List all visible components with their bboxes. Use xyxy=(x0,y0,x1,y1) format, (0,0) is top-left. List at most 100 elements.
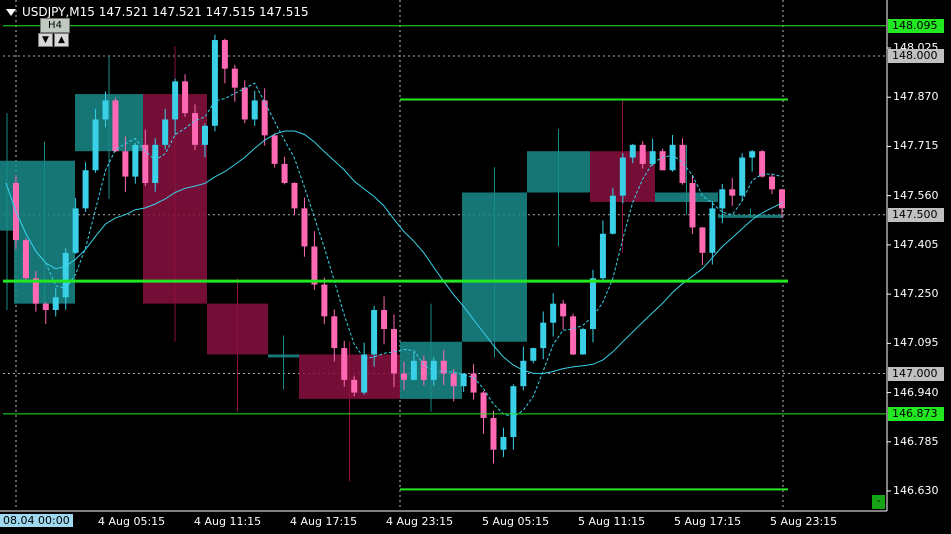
x-tick-label: 4 Aug 17:15 xyxy=(290,515,358,528)
m15-candle-72 xyxy=(719,189,726,209)
m15-candle-36 xyxy=(361,354,368,393)
m15-candle-69 xyxy=(689,182,696,228)
m15-candle-30 xyxy=(301,208,308,247)
h4-box-6 xyxy=(299,354,400,399)
m15-candle-43 xyxy=(430,360,437,380)
m15-candle-10 xyxy=(102,100,109,120)
m15-candle-5 xyxy=(52,297,59,310)
y-tick-label: 146.630 xyxy=(893,484,939,497)
x-tick-label: 08.04 00:00 xyxy=(0,514,73,527)
m15-candle-27 xyxy=(271,135,278,164)
y-tick-label: 147.405 xyxy=(893,237,939,251)
m15-candle-78 xyxy=(779,189,785,209)
m15-candle-45 xyxy=(450,373,457,387)
m15-candle-42 xyxy=(420,360,427,380)
m15-candle-9 xyxy=(92,119,99,171)
m15-candle-76 xyxy=(759,151,766,177)
m15-candle-4 xyxy=(42,303,49,310)
m15-candle-67 xyxy=(669,144,676,171)
timeframe-down-button[interactable]: ▼ xyxy=(38,33,53,47)
y-tick-label: 146.785 xyxy=(893,434,939,448)
timeframe-up-button[interactable]: ▲ xyxy=(54,33,69,47)
m15-candle-23 xyxy=(231,68,238,88)
chart-header: USDJPY,M15 147.521 147.521 147.515 147.5… xyxy=(6,5,309,19)
h4-box-2 xyxy=(75,94,143,152)
m15-candle-15 xyxy=(152,144,159,183)
m15-candle-56 xyxy=(560,303,567,317)
h4-box-8 xyxy=(462,192,527,342)
m15-candle-60 xyxy=(599,233,606,279)
m15-candle-20 xyxy=(201,125,208,145)
m15-candle-11 xyxy=(112,100,119,152)
h4-box-9 xyxy=(527,151,590,193)
m15-candle-22 xyxy=(221,40,228,69)
timeframe-control: H4 ▼ ▲ xyxy=(38,18,70,47)
m15-candle-17 xyxy=(172,81,179,120)
price-chart[interactable] xyxy=(0,0,951,534)
m15-candle-62 xyxy=(619,157,626,196)
m15-candle-2 xyxy=(22,240,29,279)
m15-candle-18 xyxy=(182,81,189,114)
x-tick-label: 4 Aug 23:15 xyxy=(386,515,454,528)
price-label-146-873: 146.873 xyxy=(888,406,944,421)
x-tick-label: 5 Aug 05:15 xyxy=(482,515,550,528)
m15-candle-40 xyxy=(400,373,407,380)
m15-candle-31 xyxy=(311,246,318,285)
price-label-147-500: 147.500 xyxy=(888,207,944,222)
x-tick-label: 5 Aug 17:15 xyxy=(674,515,742,528)
m15-candle-12 xyxy=(122,151,129,177)
x-tick-label: 4 Aug 11:15 xyxy=(194,515,262,528)
m15-candle-73 xyxy=(729,189,736,196)
x-tick-label: 4 Aug 05:15 xyxy=(98,515,166,528)
m15-candle-37 xyxy=(371,309,378,355)
symbol-info: USDJPY,M15 147.521 147.521 147.515 147.5… xyxy=(22,5,309,19)
m15-candle-16 xyxy=(162,119,169,145)
m15-candle-75 xyxy=(749,151,756,158)
m15-candle-29 xyxy=(291,182,298,209)
m15-candle-24 xyxy=(241,87,248,120)
m15-candle-70 xyxy=(699,227,706,253)
m15-candle-64 xyxy=(639,144,646,164)
y-tick-label: 147.870 xyxy=(893,90,939,104)
h4-box-0 xyxy=(0,160,14,231)
h4-box-5 xyxy=(268,354,299,358)
h4-box-4 xyxy=(207,303,268,355)
price-label-147-000: 147.000 xyxy=(888,366,944,381)
price-label-148-000: 148.000 xyxy=(888,48,944,63)
m15-candle-32 xyxy=(321,284,328,317)
m15-candle-38 xyxy=(381,309,388,330)
minimize-button[interactable]: - xyxy=(872,495,885,509)
m15-candle-66 xyxy=(659,151,666,171)
m15-candle-8 xyxy=(82,170,89,209)
m15-candle-51 xyxy=(510,386,517,438)
m15-candle-52 xyxy=(520,360,527,387)
m15-candle-53 xyxy=(530,348,537,361)
y-tick-label: 147.250 xyxy=(893,287,939,301)
m15-candle-21 xyxy=(211,40,218,126)
m15-candle-6 xyxy=(62,252,69,298)
m15-candle-68 xyxy=(679,144,686,183)
m15-candle-61 xyxy=(609,195,616,234)
m15-candle-13 xyxy=(132,144,139,177)
price-axis xyxy=(0,0,891,512)
m15-candle-71 xyxy=(709,208,716,253)
m15-candle-54 xyxy=(540,322,547,349)
m15-candle-59 xyxy=(589,278,596,330)
m15-candle-19 xyxy=(192,113,199,145)
price-label-148-095: 148.095 xyxy=(888,18,944,33)
menu-triangle-icon[interactable] xyxy=(6,9,16,16)
y-tick-label: 146.940 xyxy=(893,385,939,399)
m15-candle-50 xyxy=(500,437,507,450)
y-tick-label: 147.715 xyxy=(893,139,939,153)
m15-candle-58 xyxy=(580,329,587,355)
m15-candle-63 xyxy=(629,144,636,158)
m15-candle-55 xyxy=(550,303,557,323)
m15-candle-34 xyxy=(341,348,348,380)
m15-candle-49 xyxy=(490,417,497,450)
m15-candle-57 xyxy=(570,316,577,355)
y-tick-label: 147.560 xyxy=(893,188,939,202)
y-tick-label: 147.095 xyxy=(893,336,939,350)
m15-candle-35 xyxy=(351,379,358,393)
m15-candle-28 xyxy=(281,163,288,183)
m15-candle-7 xyxy=(72,208,79,253)
